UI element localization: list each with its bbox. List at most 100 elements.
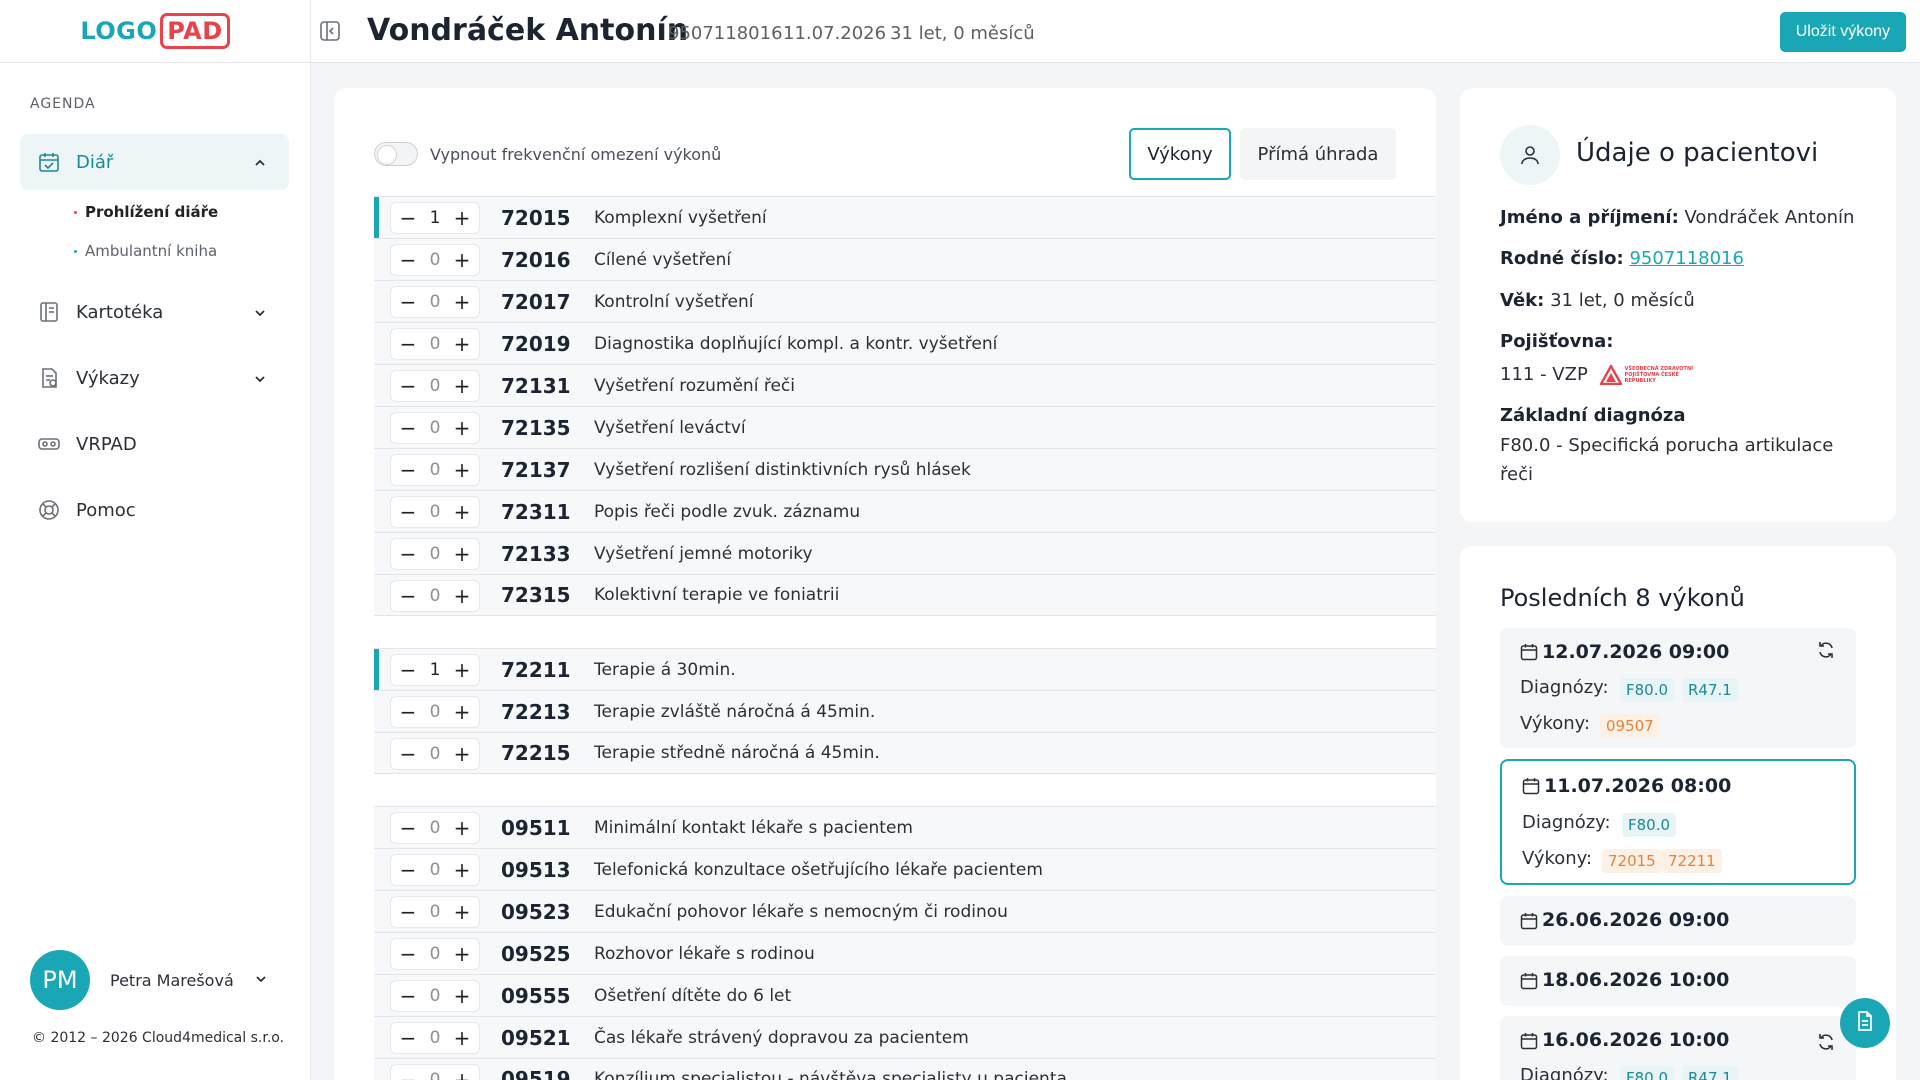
- sidebar-subitem-ambulantni[interactable]: Ambulantní kniha: [74, 242, 217, 260]
- procedure-row[interactable]: −0 +72131 Vyšetření rozumění řeči: [374, 364, 1436, 406]
- sidebar-item-vrpad[interactable]: VRPAD: [20, 416, 289, 472]
- visit-card[interactable]: 12.07.2026 09:00 Diagnózy: F80.0 R47.1 V…: [1500, 628, 1856, 748]
- visit-card[interactable]: 26.06.2026 09:00: [1500, 896, 1856, 946]
- procedure-row[interactable]: −0 +72315 Kolektivní terapie ve foniatrii: [374, 574, 1436, 616]
- minus-icon[interactable]: −: [399, 460, 417, 480]
- plus-icon[interactable]: +: [453, 334, 471, 354]
- minus-icon[interactable]: −: [399, 586, 417, 606]
- tab-vykony[interactable]: Výkony: [1129, 128, 1231, 180]
- procedure-row[interactable]: −0 +72017 Kontrolní vyšetření: [374, 280, 1436, 322]
- count-stepper[interactable]: −1 +: [390, 654, 480, 686]
- count-stepper[interactable]: −0 +: [390, 454, 480, 486]
- count-stepper[interactable]: −0 +: [390, 854, 480, 886]
- plus-icon[interactable]: +: [453, 1070, 471, 1080]
- plus-icon[interactable]: +: [453, 860, 471, 880]
- minus-icon[interactable]: −: [399, 418, 417, 438]
- patient-rc-link[interactable]: 9507118016: [1629, 248, 1744, 269]
- procedure-row[interactable]: −0 +72133 Vyšetření jemné motoriky: [374, 532, 1436, 574]
- procedure-row[interactable]: −0 +09555 Ošetření dítěte do 6 let: [374, 974, 1436, 1016]
- procedure-row[interactable]: −0 +72135 Vyšetření leváctví: [374, 406, 1436, 448]
- minus-icon[interactable]: −: [399, 544, 417, 564]
- minus-icon[interactable]: −: [399, 818, 417, 838]
- sidebar-item-diar[interactable]: Diář: [20, 134, 289, 190]
- minus-icon[interactable]: −: [399, 334, 417, 354]
- procedure-row[interactable]: − 0 +09519 Konzílium specialistou - návštěv…: [374, 1058, 1436, 1080]
- plus-icon[interactable]: +: [453, 418, 471, 438]
- sidebar-collapse-icon[interactable]: [320, 21, 340, 45]
- minus-icon[interactable]: −: [399, 702, 417, 722]
- visit-card[interactable]: 16.06.2026 10:00 Diagnózy: F80.0 R47.1: [1500, 1016, 1856, 1080]
- minus-icon[interactable]: −: [399, 660, 417, 680]
- procedure-row[interactable]: −0 +72137 Vyšetření rozlišení distinktivní…: [374, 448, 1436, 490]
- plus-icon[interactable]: +: [453, 744, 471, 764]
- count-stepper[interactable]: −0 +: [390, 980, 480, 1012]
- count-stepper[interactable]: −0 +: [390, 1064, 480, 1080]
- count-stepper[interactable]: −0 +: [390, 496, 480, 528]
- count-stepper[interactable]: −0 +: [390, 286, 480, 318]
- minus-icon[interactable]: −: [399, 502, 417, 522]
- refresh-icon[interactable]: [1816, 1032, 1836, 1056]
- procedure-row[interactable]: −0 +09523 Edukační pohovor lékaře s nemocn…: [374, 890, 1436, 932]
- minus-icon[interactable]: −: [399, 250, 417, 270]
- visit-card[interactable]: 18.06.2026 10:00: [1500, 956, 1856, 1006]
- plus-icon[interactable]: +: [453, 292, 471, 312]
- minus-icon[interactable]: −: [399, 292, 417, 312]
- count-stepper[interactable]: −0 +: [390, 738, 480, 770]
- minus-icon[interactable]: −: [399, 208, 417, 228]
- procedure-row[interactable]: −0 +72311 Popis řeči podle zvuk. záznamu: [374, 490, 1436, 532]
- minus-icon[interactable]: −: [399, 744, 417, 764]
- procedure-row[interactable]: −0 +09513 Telefonická konzultace ošetřujíc…: [374, 848, 1436, 890]
- procedure-row[interactable]: −0 +72019 Diagnostika doplňující kompl. a …: [374, 322, 1436, 364]
- count-stepper[interactable]: −0 +: [390, 538, 480, 570]
- count-stepper[interactable]: −0 +: [390, 412, 480, 444]
- save-button[interactable]: Uložit výkony: [1779, 12, 1906, 52]
- plus-icon[interactable]: +: [453, 250, 471, 270]
- procedure-row[interactable]: −0 +72016 Cílené vyšetření: [374, 238, 1436, 280]
- procedure-row[interactable]: −0 +09521 Čas lékaře strávený dopravou za …: [374, 1016, 1436, 1058]
- minus-icon[interactable]: −: [399, 986, 417, 1006]
- sidebar-item-vykazy[interactable]: Výkazy: [20, 350, 289, 406]
- count-stepper[interactable]: −0 +: [390, 896, 480, 928]
- tab-prima-uhrada[interactable]: Přímá úhrada: [1240, 128, 1396, 180]
- count-stepper[interactable]: −0 +: [390, 328, 480, 360]
- sidebar-item-pomoc[interactable]: Pomoc: [20, 482, 289, 538]
- plus-icon[interactable]: +: [453, 818, 471, 838]
- plus-icon[interactable]: +: [453, 1028, 471, 1048]
- plus-icon[interactable]: +: [453, 944, 471, 964]
- count-stepper[interactable]: −0 +: [390, 938, 480, 970]
- plus-icon[interactable]: +: [453, 376, 471, 396]
- count-stepper[interactable]: −1 +: [390, 202, 480, 234]
- minus-icon[interactable]: −: [399, 860, 417, 880]
- plus-icon[interactable]: +: [453, 702, 471, 722]
- document-fab-button[interactable]: [1840, 998, 1890, 1048]
- plus-icon[interactable]: +: [453, 208, 471, 228]
- plus-icon[interactable]: +: [453, 460, 471, 480]
- user-menu[interactable]: PM Petra Marešová: [30, 950, 268, 1010]
- procedure-row[interactable]: −0 +72215 Terapie středně náročná á 45min.: [374, 732, 1436, 774]
- refresh-icon[interactable]: [1816, 640, 1836, 664]
- frequency-limit-toggle[interactable]: [374, 142, 418, 166]
- sidebar-subitem-prohlizeni[interactable]: Prohlížení diáře: [74, 203, 218, 221]
- procedure-row[interactable]: −0 +09525 Rozhovor lékaře s rodinou: [374, 932, 1436, 974]
- minus-icon[interactable]: −: [399, 1070, 417, 1080]
- plus-icon[interactable]: +: [453, 502, 471, 522]
- minus-icon[interactable]: −: [399, 944, 417, 964]
- count-stepper[interactable]: −0 +: [390, 244, 480, 276]
- procedure-row[interactable]: −1 +72015 Komplexní vyšetření: [374, 196, 1436, 238]
- minus-icon[interactable]: −: [399, 376, 417, 396]
- minus-icon[interactable]: −: [399, 1028, 417, 1048]
- procedure-row[interactable]: −1 +72211 Terapie á 30min.: [374, 648, 1436, 690]
- minus-icon[interactable]: −: [399, 902, 417, 922]
- sidebar-item-kartoteka[interactable]: Kartotéka: [20, 284, 289, 340]
- plus-icon[interactable]: +: [453, 586, 471, 606]
- logo[interactable]: LOGO PAD: [0, 0, 310, 63]
- plus-icon[interactable]: +: [453, 902, 471, 922]
- plus-icon[interactable]: +: [453, 660, 471, 680]
- count-stepper[interactable]: −0 +: [390, 370, 480, 402]
- procedure-row[interactable]: −0 +09511 Minimální kontakt lékaře s pacie…: [374, 806, 1436, 848]
- procedure-row[interactable]: −0 +72213 Terapie zvláště náročná á 45min.: [374, 690, 1436, 732]
- count-stepper[interactable]: −0 +: [390, 580, 480, 612]
- visit-card-selected[interactable]: 11.07.2026 08:00 Diagnózy: F80.0 Výkony:…: [1500, 759, 1856, 885]
- plus-icon[interactable]: +: [453, 986, 471, 1006]
- count-stepper[interactable]: −0 +: [390, 1022, 480, 1054]
